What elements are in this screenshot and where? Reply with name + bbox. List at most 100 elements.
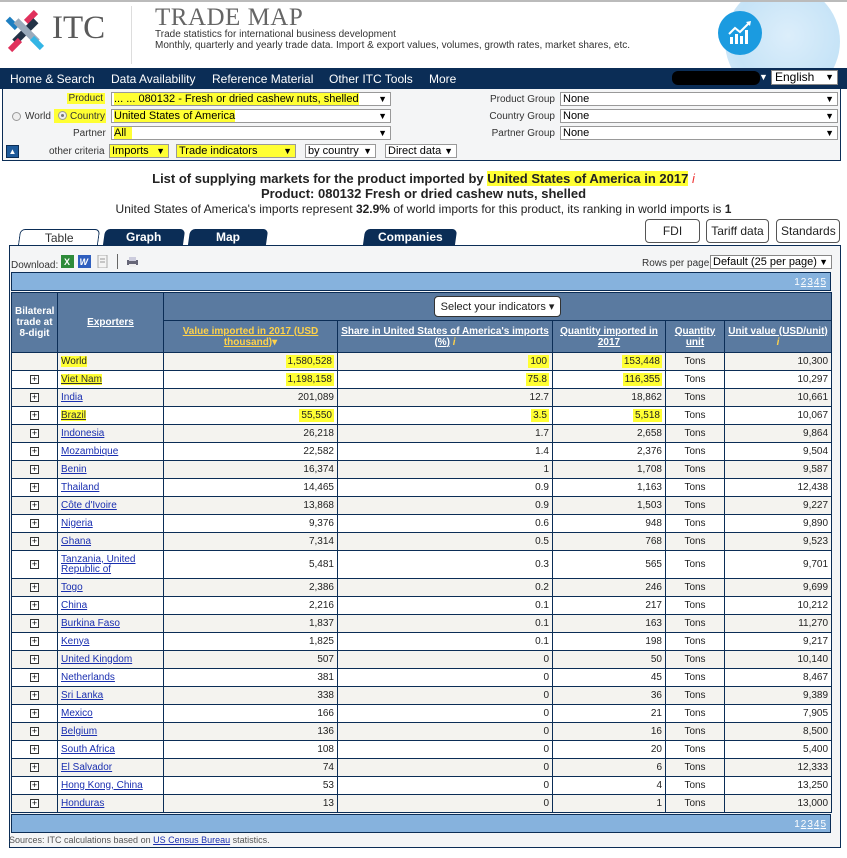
partner-select[interactable]: All ▼ bbox=[111, 126, 391, 140]
expand-plus-icon[interactable]: + bbox=[30, 745, 39, 754]
exporter-link[interactable]: Côte d'Ivoire bbox=[61, 500, 117, 511]
product-group-select[interactable]: None ▼ bbox=[560, 92, 838, 106]
collapse-criteria-button[interactable]: ▲ bbox=[6, 145, 19, 158]
exporter-link[interactable]: Brazil bbox=[61, 409, 87, 421]
nav-more[interactable]: More bbox=[429, 72, 456, 86]
trade-flow-select[interactable]: Imports ▼ bbox=[109, 144, 169, 158]
excel-icon[interactable]: X bbox=[61, 255, 74, 268]
data-type-select[interactable]: Direct data ▼ bbox=[385, 144, 457, 158]
exporter-link[interactable]: China bbox=[61, 600, 87, 611]
standards-button[interactable]: Standards bbox=[776, 219, 840, 243]
country-group-select[interactable]: None ▼ bbox=[560, 109, 838, 123]
expand-plus-icon[interactable]: + bbox=[30, 375, 39, 384]
tab-companies[interactable]: Companies bbox=[362, 229, 458, 246]
page-5-link[interactable]: 5 bbox=[820, 819, 826, 830]
expand-plus-icon[interactable]: + bbox=[30, 537, 39, 546]
exporter-link[interactable]: Hong Kong, China bbox=[61, 780, 143, 791]
exporter-link[interactable]: United Kingdom bbox=[61, 654, 132, 665]
nav-reference-material[interactable]: Reference Material bbox=[212, 72, 313, 86]
page-4-link[interactable]: 4 bbox=[814, 819, 820, 830]
unit-value-header[interactable]: Unit value (USD/unit) i bbox=[723, 320, 833, 353]
exporter-link[interactable]: Nigeria bbox=[61, 518, 93, 529]
exporter-link[interactable]: Burkina Faso bbox=[61, 618, 120, 629]
expand-plus-icon[interactable]: + bbox=[30, 619, 39, 628]
fdi-data-button[interactable]: FDI data bbox=[645, 219, 700, 260]
world-radio[interactable] bbox=[12, 112, 21, 121]
partner-group-select[interactable]: None ▼ bbox=[560, 126, 838, 140]
unit-header[interactable]: Quantity unit bbox=[665, 320, 725, 353]
exporter-link[interactable]: India bbox=[61, 392, 83, 403]
tariff-data-button[interactable]: Tariff data bbox=[706, 219, 769, 243]
exporter-link[interactable]: South Africa bbox=[61, 744, 115, 755]
exporter-link[interactable]: Mozambique bbox=[61, 446, 118, 457]
exporter-link[interactable]: Viet Nam bbox=[61, 373, 102, 385]
expand-plus-icon[interactable]: + bbox=[30, 709, 39, 718]
nav-other-itc-tools[interactable]: Other ITC Tools bbox=[329, 72, 413, 86]
product-select[interactable]: ... ... 080132 - Fresh or dried cashew n… bbox=[111, 92, 391, 106]
value-header[interactable]: Value imported in 2017 (USD thousand)▾ bbox=[163, 320, 338, 353]
country-radio[interactable] bbox=[58, 111, 67, 120]
user-account-menu[interactable] bbox=[672, 71, 760, 85]
nav-data-availability[interactable]: Data Availability bbox=[111, 72, 196, 86]
country-select[interactable]: United States of America ▼ bbox=[111, 109, 391, 123]
page-4-link[interactable]: 4 bbox=[814, 277, 820, 288]
exporter-link[interactable]: Mexico bbox=[61, 708, 93, 719]
tab-map[interactable]: Map bbox=[187, 229, 269, 246]
expand-plus-icon[interactable]: + bbox=[30, 483, 39, 492]
indicators-select[interactable]: Trade indicators ▼ bbox=[176, 144, 296, 158]
us-census-bureau-link[interactable]: US Census Bureau bbox=[153, 835, 230, 845]
expand-plus-icon[interactable]: + bbox=[30, 411, 39, 420]
tab-table[interactable]: Table bbox=[17, 229, 101, 246]
exporters-header[interactable]: Exporters bbox=[57, 292, 164, 353]
page-3-link[interactable]: 3 bbox=[807, 819, 813, 830]
page-2-link[interactable]: 2 bbox=[801, 277, 807, 288]
page-2-link[interactable]: 2 bbox=[801, 819, 807, 830]
expand-plus-icon[interactable]: + bbox=[30, 763, 39, 772]
exporter-link[interactable]: Honduras bbox=[61, 798, 104, 809]
expand-plus-icon[interactable]: + bbox=[30, 691, 39, 700]
tab-graph[interactable]: Graph bbox=[102, 229, 186, 246]
exporter-link[interactable]: Kenya bbox=[61, 636, 89, 647]
expand-plus-icon[interactable]: + bbox=[30, 673, 39, 682]
exporter-link[interactable]: Tanzania, United Republic of bbox=[61, 554, 136, 575]
print-icon[interactable] bbox=[126, 255, 139, 268]
select-indicators-button[interactable]: Select your indicators ▾ bbox=[433, 296, 562, 317]
expand-plus-icon[interactable]: + bbox=[30, 727, 39, 736]
trade-map-title[interactable]: TRADE MAP bbox=[155, 4, 303, 32]
expand-plus-icon[interactable]: + bbox=[30, 781, 39, 790]
language-select[interactable]: English ▼ bbox=[771, 70, 838, 85]
exporter-link[interactable]: Ghana bbox=[61, 536, 91, 547]
exporter-link[interactable]: El Salvador bbox=[61, 762, 112, 773]
expand-plus-icon[interactable]: + bbox=[30, 501, 39, 510]
expand-plus-icon[interactable]: + bbox=[30, 799, 39, 808]
exporter-link[interactable]: Belgium bbox=[61, 726, 97, 737]
page-5-link[interactable]: 5 bbox=[820, 277, 826, 288]
exporter-link[interactable]: Thailand bbox=[61, 482, 99, 493]
share-header[interactable]: Share in United States of America's impo… bbox=[337, 320, 553, 353]
exporter-link[interactable]: Indonesia bbox=[61, 428, 104, 439]
rows-per-page-select[interactable]: Default (25 per page) ▼ bbox=[710, 255, 832, 269]
exporter-link[interactable]: Sri Lanka bbox=[61, 690, 103, 701]
account-caret-icon[interactable]: ▼ bbox=[759, 72, 768, 82]
exporter-link[interactable]: Togo bbox=[61, 582, 83, 593]
expand-plus-icon[interactable]: + bbox=[30, 583, 39, 592]
exporter-link[interactable]: Benin bbox=[61, 464, 87, 475]
info-icon[interactable]: i bbox=[692, 171, 695, 186]
exporter-link[interactable]: Netherlands bbox=[61, 672, 115, 683]
nav-home-search[interactable]: Home & Search bbox=[10, 72, 95, 86]
expand-plus-icon[interactable]: + bbox=[30, 447, 39, 456]
text-file-icon[interactable] bbox=[96, 255, 109, 268]
itc-logo-icon[interactable] bbox=[4, 10, 48, 56]
word-icon[interactable]: W bbox=[78, 255, 91, 268]
expand-plus-icon[interactable]: + bbox=[30, 429, 39, 438]
expand-plus-icon[interactable]: + bbox=[30, 465, 39, 474]
expand-plus-icon[interactable]: + bbox=[30, 601, 39, 610]
expand-plus-icon[interactable]: + bbox=[30, 655, 39, 664]
page-3-link[interactable]: 3 bbox=[807, 277, 813, 288]
expand-plus-icon[interactable]: + bbox=[30, 393, 39, 402]
expand-plus-icon[interactable]: + bbox=[30, 637, 39, 646]
by-country-select[interactable]: by country ▼ bbox=[305, 144, 376, 158]
quantity-header[interactable]: Quantity imported in 2017 bbox=[552, 320, 666, 353]
expand-plus-icon[interactable]: + bbox=[30, 560, 39, 569]
expand-plus-icon[interactable]: + bbox=[30, 519, 39, 528]
